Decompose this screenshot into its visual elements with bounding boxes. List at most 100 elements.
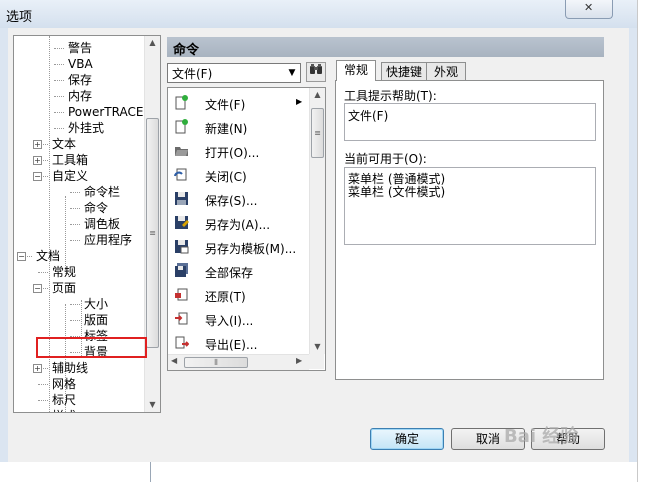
scroll-up-icon[interactable]: ▲ [145,36,160,50]
tree-item[interactable]: 自定义 [52,168,88,184]
save-as-icon [174,215,189,230]
tree-item[interactable]: 版面 [84,312,108,328]
background-bottom [0,462,637,482]
tree-item[interactable]: 命令 [84,200,108,216]
tree-item[interactable]: 内存 [68,88,92,104]
tree-item[interactable]: 页面 [52,280,76,296]
command-hscroll-thumb[interactable]: ⦀ [184,357,248,368]
command-label: 保存(S)... [205,194,258,208]
scroll-down-icon[interactable]: ▼ [310,340,325,354]
save-template-icon [174,239,189,254]
tab-general[interactable]: 常规 [336,60,376,81]
ok-button[interactable]: 确定 [370,428,444,450]
command-label: 文件(F) [205,98,246,112]
tree-item[interactable]: 工具箱 [52,152,88,168]
tree-item[interactable]: 命令栏 [84,184,120,200]
dialog-title: 选项 [6,10,33,25]
command-label: 导入(I)... [205,314,254,328]
command-list-item[interactable]: 另存为(A)... [168,212,311,234]
tree-guide-line [38,272,48,273]
command-list-item[interactable]: 保存(S)... [168,188,311,210]
command-list-item[interactable]: 新建(N) [168,116,311,138]
command-list-item[interactable]: 导出(E)... [168,332,311,354]
available-for-list[interactable]: 菜单栏 (普通模式) 菜单栏 (文件模式) [344,167,596,245]
chevron-down-icon[interactable]: ▼ [284,64,300,82]
tree-guide-line [54,64,64,65]
close-button[interactable]: ✕ [565,0,613,19]
tree-item[interactable]: 标尺 [52,392,76,408]
tab-shortcut-keys[interactable]: 快捷键 [381,62,427,81]
command-category-value: 文件(F) [172,67,213,81]
tree-item[interactable]: 保存 [68,72,92,88]
tree-item[interactable]: VBA [68,56,93,72]
tab-shortcut-keys-label: 快捷键 [385,65,422,79]
submenu-arrow-icon: ▶ [296,97,303,106]
expand-icon[interactable]: + [33,156,42,165]
expand-icon[interactable]: + [33,140,42,149]
close-doc-icon [174,167,189,182]
tree-guide-line [54,80,64,81]
tree-item[interactable]: 网格 [52,376,76,392]
collapse-icon[interactable]: − [33,172,42,181]
tree-item[interactable]: 警告 [68,40,92,56]
scroll-up-icon[interactable]: ▲ [310,88,325,102]
tree-item[interactable]: 文档 [36,248,60,264]
tab-appearance[interactable]: 外观 [426,62,466,81]
new-doc-icon [174,119,189,134]
tree-item[interactable]: 应用程序 [84,232,132,248]
collapse-icon[interactable]: − [17,252,26,261]
file-icon [174,95,189,110]
tree-item[interactable]: 大小 [84,296,108,312]
ok-button-label: 确定 [394,432,419,446]
command-label: 另存为模板(M)... [205,242,297,256]
tree-item[interactable]: 调色板 [84,216,120,232]
command-list-item[interactable]: 还原(T) [168,284,311,306]
tree-guide-line [54,96,64,97]
scroll-left-icon[interactable]: ◀ [171,356,177,365]
tree-item[interactable]: 常规 [52,264,76,280]
tree-guide-line [70,224,80,225]
close-icon: ✕ [584,1,594,14]
tree-guide-line [70,304,80,305]
export-icon [174,335,190,350]
import-icon [174,311,189,326]
command-label: 新建(N) [205,122,248,136]
command-list-item[interactable]: 文件(F) ▶ [168,92,311,114]
tree-item[interactable]: 辅助线 [52,360,88,376]
command-scroll-thumb[interactable]: ≡ [311,108,324,158]
collapse-icon[interactable]: − [33,284,42,293]
command-list-item[interactable]: 导入(I)... [168,308,311,330]
tree-item[interactable]: 文本 [52,136,76,152]
command-list-item[interactable]: 关闭(C) [168,164,311,186]
tree-guide-line [70,208,80,209]
tree-item[interactable]: 外挂式 [68,120,104,136]
scroll-down-icon[interactable]: ▼ [145,398,160,412]
expand-icon[interactable]: + [33,364,42,373]
tree-item[interactable]: PowerTRACE [68,104,143,120]
tooltip-help-field[interactable]: 文件(F) [344,103,596,141]
highlight-annotation [36,337,147,358]
title-bar: 选项 ✕ [0,0,637,28]
tree-guide-line [38,384,48,385]
tree-scroll-thumb[interactable]: ≡ [146,118,159,348]
scroll-corner [309,354,324,369]
command-label: 关闭(C) [205,170,247,184]
command-label: 全部保存 [205,266,254,280]
tree-item[interactable]: 样式 [52,408,76,412]
command-list-item[interactable]: 另存为模板(M)... [168,236,311,258]
command-list[interactable]: ▲ ≡ ▼ ◀ ⦀ ▶ 文件(F) ▶ 新建(N) 打开(O)... 关闭(C) 保存(S… [167,87,326,371]
cancel-button-label: 取消 [475,432,500,446]
binoculars-icon[interactable] [306,62,326,82]
watermark: Bai 经验 [504,426,579,447]
commands-header-label: 命令 [173,43,200,58]
available-for-item: 菜单栏 (文件模式) [348,185,446,199]
command-list-item[interactable]: 全部保存 [168,260,311,282]
scroll-right-icon[interactable]: ▶ [296,356,302,365]
tree-guide-line [54,112,64,113]
tab-appearance-label: 外观 [433,65,458,79]
command-list-vscroll[interactable]: ▲ ≡ ▼ [309,88,325,354]
command-label: 导出(E)... [205,338,258,352]
command-list-item[interactable]: 打开(O)... [168,140,311,162]
command-category-select[interactable]: 文件(F) ▼ [167,63,301,83]
command-list-hscroll[interactable]: ◀ ⦀ ▶ [168,354,309,370]
